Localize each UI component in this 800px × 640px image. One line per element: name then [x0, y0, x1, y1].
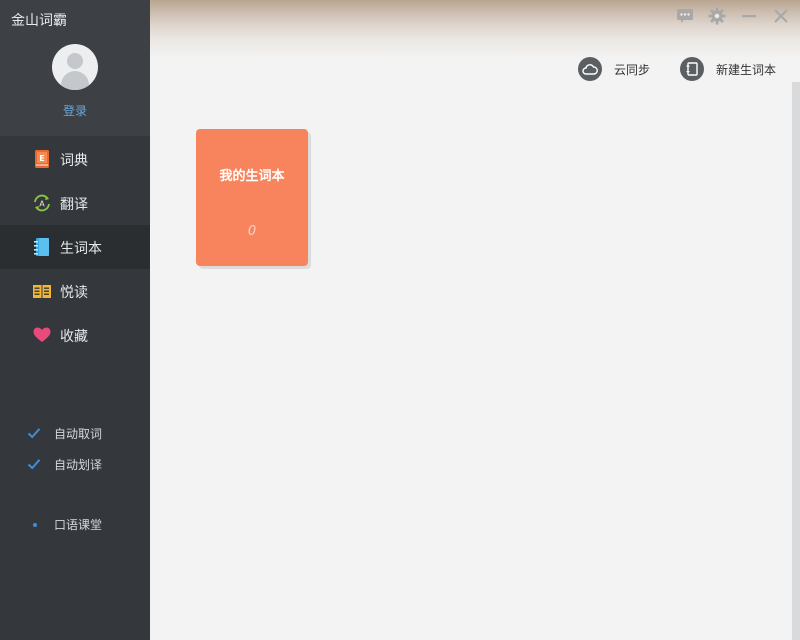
oral-class-label: 口语课堂 — [54, 518, 103, 532]
sidebar: 金山词霸 登录 E 词典 A 翻译 生词本 悦读 收藏 自动取词 自动划译 口语… — [0, 0, 150, 640]
sidebar-item-dictionary[interactable]: E 词典 — [0, 137, 150, 181]
auto-lookup-checkbox[interactable] — [26, 425, 42, 441]
user-panel: 金山词霸 登录 — [0, 0, 150, 136]
dictionary-book-icon: E — [32, 149, 52, 169]
cloud-icon — [577, 57, 602, 81]
auto-select-translate-checkbox[interactable] — [26, 456, 42, 472]
sidebar-item-translate[interactable]: A 翻译 — [0, 181, 150, 225]
svg-text:A: A — [39, 200, 45, 209]
cloud-sync-label: 云同步 — [613, 62, 650, 77]
settings-button[interactable] — [706, 6, 728, 26]
avatar-head-shape — [67, 53, 83, 69]
close-icon — [774, 9, 788, 23]
wordbook-card[interactable]: 我的生词本 0 — [196, 129, 308, 266]
minimize-icon — [742, 15, 756, 18]
chat-bubble-icon — [677, 9, 693, 23]
header: 云同步 新建生词本 — [150, 0, 800, 82]
sidebar-item-label: 生词本 — [60, 241, 102, 257]
vertical-scrollbar[interactable] — [792, 82, 800, 640]
wordbook-title: 我的生词本 — [219, 169, 285, 184]
auto-lookup-label: 自动取词 — [54, 426, 103, 441]
sidebar-item-label: 悦读 — [60, 285, 88, 301]
close-button[interactable] — [770, 6, 792, 26]
feedback-button[interactable] — [674, 6, 696, 26]
app-title: 金山词霸 — [11, 13, 67, 29]
auto-lookup-option[interactable]: 自动取词 — [26, 424, 102, 442]
avatar[interactable] — [52, 44, 98, 90]
sidebar-nav: E 词典 A 翻译 生词本 悦读 收藏 — [0, 137, 150, 357]
reading-book-icon — [32, 281, 52, 301]
sidebar-item-label: 收藏 — [60, 329, 88, 345]
new-wordbook-button[interactable]: 新建生词本 — [679, 57, 776, 81]
cloud-sync-button[interactable]: 云同步 — [577, 57, 650, 81]
login-link[interactable]: 登录 — [0, 102, 150, 119]
oral-class-link[interactable]: 口语课堂 — [33, 516, 102, 533]
minimize-button[interactable] — [738, 6, 760, 26]
sidebar-item-label: 词典 — [60, 153, 88, 169]
translate-icon: A — [32, 193, 52, 213]
auto-select-translate-label: 自动划译 — [54, 457, 103, 472]
vocabulary-notebook-icon — [32, 237, 52, 257]
heart-icon — [32, 325, 52, 345]
notebook-icon — [679, 57, 704, 81]
checkmark-icon — [27, 459, 41, 470]
gear-icon — [708, 7, 726, 25]
sidebar-item-reading[interactable]: 悦读 — [0, 269, 150, 313]
svg-text:E: E — [39, 154, 44, 163]
sidebar-item-label: 翻译 — [60, 197, 88, 213]
toolbar: 云同步 新建生词本 — [577, 57, 776, 81]
wordbook-word-count: 0 — [247, 224, 257, 239]
auto-select-translate-option[interactable]: 自动划译 — [26, 455, 102, 473]
bullet-dot-icon — [33, 522, 37, 527]
checkmark-icon — [27, 428, 41, 439]
window-controls — [674, 6, 792, 26]
sidebar-item-favorites[interactable]: 收藏 — [0, 313, 150, 357]
new-wordbook-label: 新建生词本 — [715, 62, 776, 77]
sidebar-item-wordbook[interactable]: 生词本 — [0, 225, 150, 269]
avatar-body-shape — [61, 71, 89, 90]
